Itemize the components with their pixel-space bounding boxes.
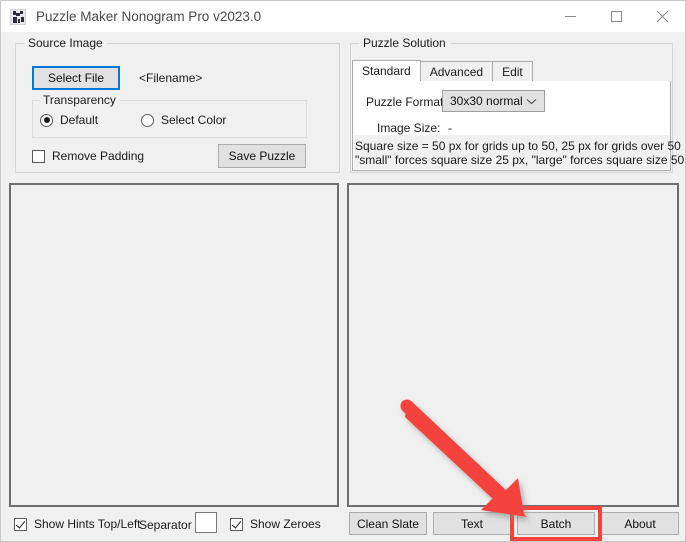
source-image-canvas[interactable] xyxy=(9,183,339,507)
tab-standard[interactable]: Standard xyxy=(352,60,421,82)
maximize-icon[interactable] xyxy=(593,1,639,32)
source-image-group: Source Image Select File <Filename> Tran… xyxy=(15,36,340,173)
filename-label: <Filename> xyxy=(139,71,203,85)
window-controls xyxy=(547,1,685,32)
text-button-label: Text xyxy=(460,516,483,531)
remove-padding-checkbox-indicator xyxy=(32,149,45,163)
image-size-label: Image Size: xyxy=(377,121,441,135)
application-window: Puzzle Maker Nonogram Pro v2023.0 Source… xyxy=(0,0,686,542)
save-puzzle-button[interactable]: Save Puzzle xyxy=(218,144,306,168)
puzzle-format-select[interactable]: 30x30 normal xyxy=(442,90,545,112)
radio-default-indicator xyxy=(40,113,53,127)
title-bar: Puzzle Maker Nonogram Pro v2023.0 xyxy=(1,1,685,32)
tab-advanced[interactable]: Advanced xyxy=(419,61,494,81)
clean-slate-button-label: Clean Slate xyxy=(356,516,420,531)
transparency-group-title: Transparency xyxy=(40,93,119,107)
source-image-group-title: Source Image xyxy=(24,36,107,50)
batch-button[interactable]: Batch xyxy=(517,512,595,535)
radio-default-label: Default xyxy=(60,113,99,127)
about-button[interactable]: About xyxy=(601,512,679,535)
radio-default[interactable]: Default xyxy=(40,113,98,127)
show-zeroes-checkbox-indicator xyxy=(230,517,243,531)
tab-edit[interactable]: Edit xyxy=(492,61,533,81)
minimize-icon[interactable] xyxy=(547,1,593,32)
save-puzzle-button-label: Save Puzzle xyxy=(228,149,296,163)
radio-select-color-indicator xyxy=(141,113,154,127)
puzzle-solution-group-title: Puzzle Solution xyxy=(359,36,450,50)
square-size-info-text: Square size = 50 px for grids up to 50, … xyxy=(354,135,684,169)
checkbox-show-hints-top-left[interactable]: Show Hints Top/Left xyxy=(14,517,141,531)
checkbox-remove-padding[interactable]: Remove Padding xyxy=(32,149,144,163)
batch-button-label: Batch xyxy=(540,516,572,531)
tab-panel-standard: Puzzle Format: 30x30 normal Image Size: … xyxy=(352,81,684,171)
tab-standard-label: Standard xyxy=(362,64,411,78)
about-button-label: About xyxy=(624,516,656,531)
radio-select-color-label: Select Color xyxy=(161,113,227,127)
show-hints-label: Show Hints Top/Left xyxy=(34,517,141,531)
show-hints-checkbox-indicator xyxy=(14,517,27,531)
tab-advanced-label: Advanced xyxy=(429,64,484,79)
puzzle-solution-group: Puzzle Solution Standard Advanced Edit P… xyxy=(350,36,684,173)
remove-padding-label: Remove Padding xyxy=(52,149,145,163)
show-zeroes-label: Show Zeroes xyxy=(250,517,321,531)
puzzle-preview-canvas[interactable] xyxy=(347,183,679,507)
select-file-button[interactable]: Select File xyxy=(32,66,120,90)
separator-label: Separator xyxy=(139,518,192,532)
chevron-down-icon xyxy=(526,98,537,105)
image-size-value: - xyxy=(448,121,452,135)
clean-slate-button[interactable]: Clean Slate xyxy=(349,512,427,535)
tab-edit-label: Edit xyxy=(502,64,523,79)
transparency-group: Transparency Default Select Color xyxy=(32,93,307,138)
radio-select-color[interactable]: Select Color xyxy=(141,113,226,127)
checkbox-show-zeroes[interactable]: Show Zeroes xyxy=(230,517,321,531)
puzzle-format-selected-value: 30x30 normal xyxy=(450,94,523,108)
select-file-button-label: Select File xyxy=(47,71,105,85)
separator-input[interactable] xyxy=(195,512,217,533)
solution-tabstrip: Standard Advanced Edit xyxy=(352,60,671,82)
text-button[interactable]: Text xyxy=(433,512,511,535)
app-nonogram-icon xyxy=(10,8,26,25)
puzzle-format-label: Puzzle Format: xyxy=(366,95,447,109)
window-title: Puzzle Maker Nonogram Pro v2023.0 xyxy=(36,9,262,24)
close-icon[interactable] xyxy=(639,1,685,32)
